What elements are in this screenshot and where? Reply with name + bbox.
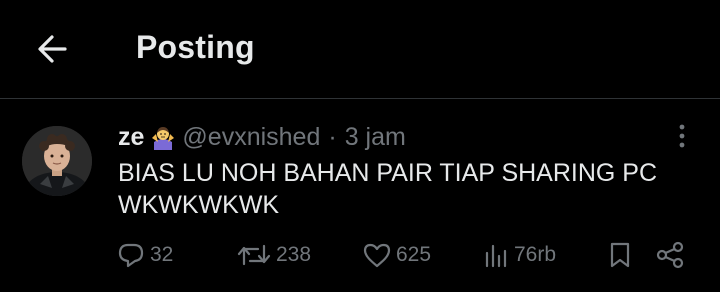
- like-count: 625: [396, 243, 432, 266]
- page-title: Posting: [136, 29, 255, 65]
- post-meta: ze @evxnished · 3 jam: [118, 121, 406, 153]
- top-bar: Posting: [0, 0, 720, 98]
- bookmark-button[interactable]: [605, 237, 635, 273]
- more-vertical-icon: [679, 124, 685, 148]
- more-options-button[interactable]: [670, 121, 694, 151]
- reply-icon: [118, 243, 144, 268]
- heart-icon: [363, 243, 391, 268]
- reply-count: 32: [150, 243, 174, 266]
- shrug-emoji-icon: [150, 124, 176, 150]
- post-text-line: BIAS LU NOH BAHAN PAIR TIAP SHARING PC: [118, 159, 658, 187]
- user-handle[interactable]: @evxnished: [182, 123, 320, 152]
- action-bar: 32 238 625 76rb: [0, 237, 720, 273]
- reply-button[interactable]: 32: [116, 237, 173, 273]
- post[interactable]: ze @evxnished · 3 jam BIAS LU NOH BAHAN …: [0, 99, 720, 292]
- share-button[interactable]: [654, 237, 686, 273]
- post-text: BIAS LU NOH BAHAN PAIR TIAP SHARING PC W…: [118, 157, 678, 221]
- post-time[interactable]: 3 jam: [345, 123, 406, 152]
- back-button[interactable]: [34, 30, 72, 68]
- repost-icon: [237, 244, 271, 266]
- avatar-image: [22, 126, 92, 196]
- bookmark-icon: [610, 242, 630, 268]
- repost-count: 238: [276, 243, 312, 266]
- share-icon: [656, 241, 684, 269]
- post-text-line: WKWKWKWK: [118, 191, 280, 219]
- views-icon: [485, 244, 507, 268]
- repost-button[interactable]: 238: [236, 237, 311, 273]
- arrow-left-icon: [38, 35, 67, 63]
- like-button[interactable]: 625: [362, 237, 431, 273]
- meta-separator: ·: [328, 122, 337, 151]
- avatar[interactable]: [22, 126, 92, 196]
- view-count: 76rb: [514, 243, 557, 266]
- display-name[interactable]: ze: [118, 123, 144, 152]
- views-button[interactable]: 76rb: [482, 237, 556, 273]
